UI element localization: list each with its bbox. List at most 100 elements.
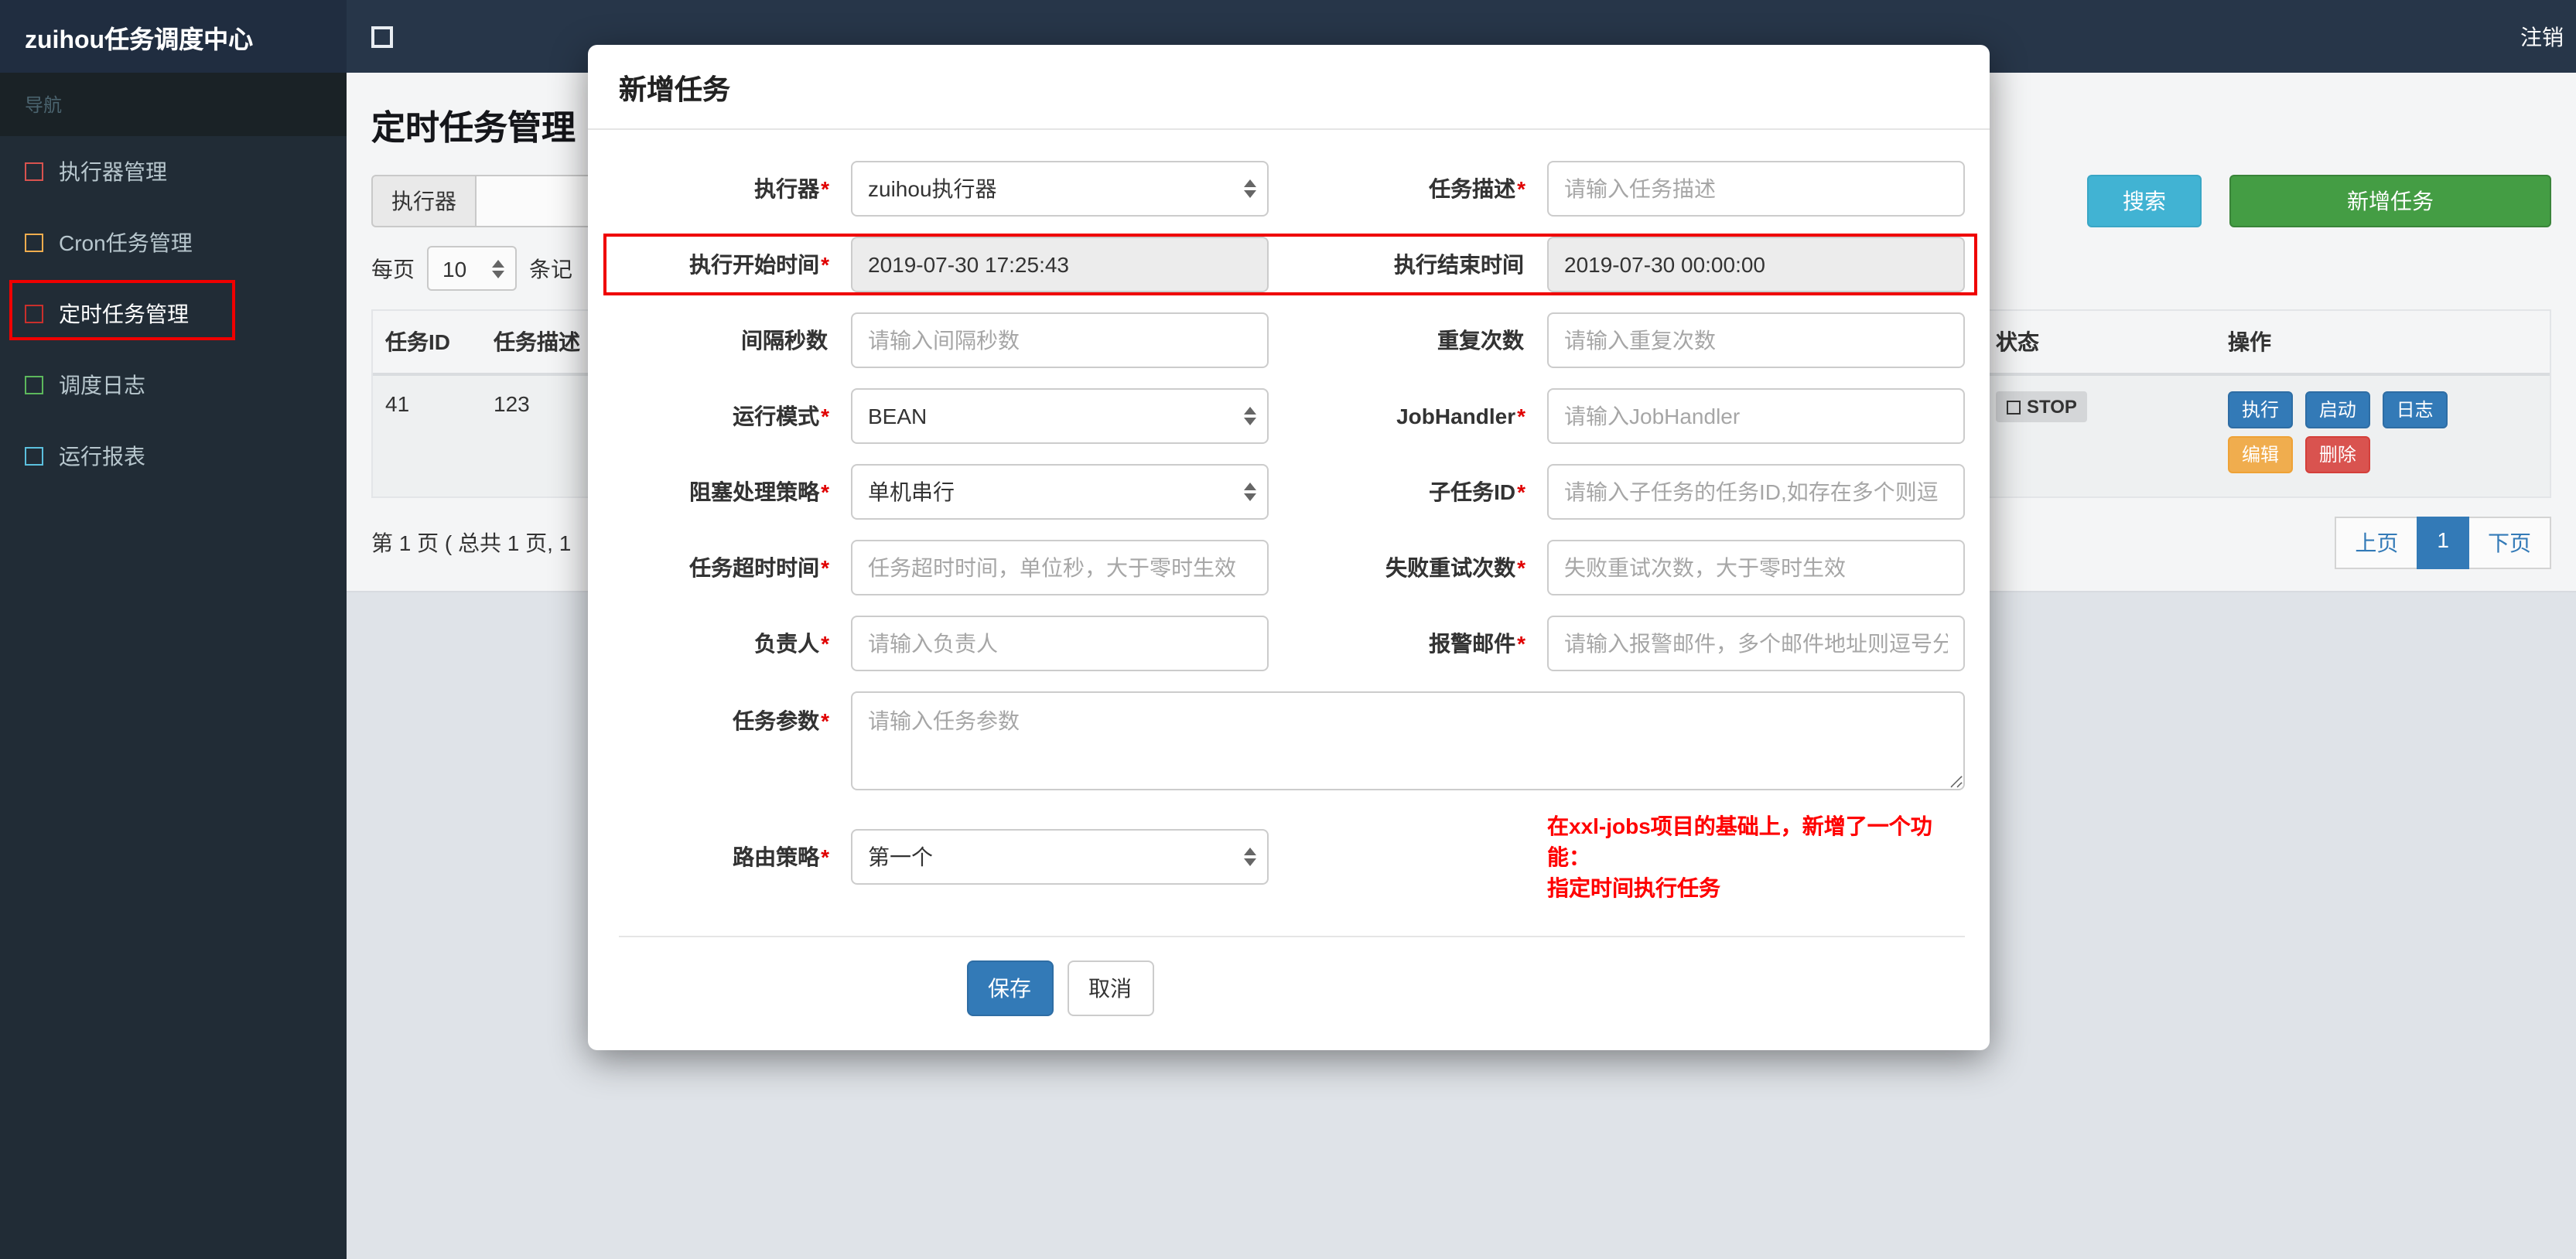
task-desc-label: 任务描述 * bbox=[1429, 176, 1525, 201]
sidebar-item-timed-task[interactable]: 定时任务管理 bbox=[0, 278, 347, 350]
block-strategy-select[interactable]: 单机串行 bbox=[851, 464, 1269, 520]
end-time-input[interactable] bbox=[1547, 237, 1965, 292]
per-page-select[interactable]: 10 bbox=[427, 246, 517, 291]
log-button[interactable]: 日志 bbox=[2382, 391, 2448, 428]
status-badge: STOP bbox=[1996, 391, 2088, 422]
task-params-textarea[interactable] bbox=[851, 691, 1965, 790]
header-operations: 操作 bbox=[2228, 329, 2271, 354]
sidebar-item-label: 调度日志 bbox=[59, 373, 145, 397]
owner-label: 负责人 * bbox=[754, 631, 829, 656]
form-row-task-params: 任务参数 * bbox=[619, 691, 1965, 790]
jobhandler-label: JobHandler * bbox=[1396, 404, 1525, 428]
edit-button[interactable]: 编辑 bbox=[2228, 436, 2294, 473]
sidebar: 导航 执行器管理 Cron任务管理 定时任务管理 调度日志 运行报表 bbox=[0, 73, 347, 1259]
modal-footer: 保存 取消 bbox=[619, 936, 1965, 1050]
form-row-block-childtask: 阻塞处理策略 * 单机串行 子任务ID * bbox=[619, 464, 1965, 520]
square-icon bbox=[25, 447, 43, 466]
sidebar-item-label: 运行报表 bbox=[59, 444, 145, 469]
square-icon bbox=[25, 234, 43, 252]
header-task-id: 任务ID bbox=[385, 329, 450, 354]
menu-icon bbox=[371, 26, 393, 47]
square-icon bbox=[25, 162, 43, 181]
cancel-button[interactable]: 取消 bbox=[1067, 960, 1153, 1016]
retry-label: 失败重试次数 * bbox=[1385, 555, 1525, 580]
form-row-executor-desc: 执行器 * zuihou执行器 任务描述 * bbox=[619, 161, 1965, 217]
sidebar-item-cron-task[interactable]: Cron任务管理 bbox=[0, 207, 347, 278]
execute-button[interactable]: 执行 bbox=[2228, 391, 2294, 428]
form-row-timeout-retry: 任务超时时间* 失败重试次数* bbox=[619, 540, 1965, 595]
repeat-input[interactable] bbox=[1547, 312, 1965, 368]
retry-input[interactable] bbox=[1547, 540, 1965, 595]
form-row-interval-repeat: 间隔秒数 重复次数 bbox=[619, 312, 1965, 368]
route-strategy-label: 路由策略 * bbox=[733, 844, 829, 869]
feature-note: 在xxl-jobs项目的基础上，新增了一个功能： 指定时间执行任务 bbox=[1547, 814, 1932, 900]
cell-task-id: 41 bbox=[385, 391, 410, 416]
timeout-label: 任务超时时间 * bbox=[689, 555, 829, 580]
form-row-route-strategy: 路由策略 * 第一个 在xxl-jobs项目的基础上，新增了一个功能： 指定时间执… bbox=[619, 810, 1965, 903]
task-desc-input[interactable] bbox=[1547, 161, 1965, 217]
child-task-label: 子任务ID * bbox=[1429, 479, 1525, 504]
form-row-owner-email: 负责人* 报警邮件* bbox=[619, 616, 1965, 671]
child-task-input[interactable] bbox=[1547, 464, 1965, 520]
search-button[interactable]: 搜索 bbox=[2087, 175, 2202, 227]
owner-input[interactable] bbox=[851, 616, 1269, 671]
route-strategy-select[interactable]: 第一个 bbox=[851, 829, 1269, 885]
alarm-email-label: 报警邮件 * bbox=[1429, 631, 1525, 656]
next-page-button[interactable]: 下页 bbox=[2468, 517, 2551, 569]
pagination-summary: 第 1 页 ( 总共 1 页, 1 bbox=[371, 531, 572, 555]
delete-button[interactable]: 删除 bbox=[2304, 436, 2370, 473]
logout-link[interactable]: 注销 bbox=[2511, 0, 2573, 73]
run-mode-label: 运行模式 * bbox=[733, 404, 829, 428]
page-1-button[interactable]: 1 bbox=[2417, 517, 2469, 569]
pagination-group: 上页 1 下页 bbox=[2335, 517, 2551, 569]
modal-title: 新增任务 bbox=[588, 45, 1990, 130]
brand-title: zuihou任务调度中心 bbox=[0, 0, 347, 73]
block-strategy-label: 阻塞处理策略 * bbox=[689, 479, 829, 504]
cell-status: STOP bbox=[1996, 391, 2228, 422]
sidebar-item-label: 定时任务管理 bbox=[59, 302, 189, 326]
executor-label: 执行器 * bbox=[754, 176, 829, 201]
end-time-label: 执行结束时间 bbox=[1394, 252, 1524, 277]
add-task-modal: 新增任务 执行器* zuihou执行器 任务描述* 执行开始时间* 执行结束时间 bbox=[588, 45, 1990, 1050]
form-row-runmode-jobhandler: 运行模式 * BEAN JobHandler * bbox=[619, 388, 1965, 444]
interval-label: 间隔秒数 bbox=[741, 328, 828, 353]
repeat-label: 重复次数 bbox=[1437, 328, 1524, 353]
sidebar-nav-header: 导航 bbox=[0, 73, 347, 136]
select-caret-icon bbox=[1244, 848, 1256, 866]
jobhandler-input[interactable] bbox=[1547, 388, 1965, 444]
select-caret-icon bbox=[1244, 483, 1256, 501]
sidebar-toggle-button[interactable] bbox=[371, 0, 393, 73]
timeout-input[interactable] bbox=[851, 540, 1269, 595]
start-time-label: 执行开始时间 * bbox=[689, 252, 829, 277]
sidebar-item-schedule-log[interactable]: 调度日志 bbox=[0, 350, 347, 421]
per-page-value: 10 bbox=[442, 256, 467, 281]
stop-square-icon bbox=[2007, 400, 2021, 414]
start-button[interactable]: 启动 bbox=[2304, 391, 2370, 428]
add-task-button[interactable]: 新增任务 bbox=[2229, 175, 2551, 227]
per-page-suffix: 条记 bbox=[529, 256, 572, 281]
sidebar-item-label: 执行器管理 bbox=[59, 159, 167, 184]
start-time-input[interactable] bbox=[851, 237, 1269, 292]
executor-filter-label: 执行器 bbox=[371, 175, 477, 227]
task-params-label: 任务参数 * bbox=[733, 708, 829, 733]
form-row-start-end-time: 执行开始时间* 执行结束时间 bbox=[603, 234, 1977, 295]
square-icon bbox=[25, 376, 43, 394]
run-mode-select[interactable]: BEAN bbox=[851, 388, 1269, 444]
sidebar-item-label: Cron任务管理 bbox=[59, 230, 193, 255]
alarm-email-input[interactable] bbox=[1547, 616, 1965, 671]
executor-select[interactable]: zuihou执行器 bbox=[851, 161, 1269, 217]
select-caret-icon bbox=[1244, 179, 1256, 198]
select-caret-icon bbox=[1244, 407, 1256, 425]
sidebar-item-executor-manage[interactable]: 执行器管理 bbox=[0, 136, 347, 207]
header-status: 状态 bbox=[1996, 329, 2039, 354]
interval-input[interactable] bbox=[851, 312, 1269, 368]
square-icon bbox=[25, 305, 43, 323]
per-page-prefix: 每页 bbox=[371, 256, 415, 281]
save-button[interactable]: 保存 bbox=[966, 960, 1053, 1016]
select-caret-icon bbox=[492, 259, 504, 278]
modal-body: 执行器* zuihou执行器 任务描述* 执行开始时间* 执行结束时间 间隔秒数 bbox=[588, 130, 1990, 933]
sidebar-item-run-report[interactable]: 运行报表 bbox=[0, 421, 347, 492]
app: zuihou任务调度中心 注销 导航 执行器管理 Cron任务管理 定时任务管理… bbox=[0, 0, 2576, 1259]
prev-page-button[interactable]: 上页 bbox=[2335, 517, 2419, 569]
row-actions: 执行 启动 日志 编辑 删除 bbox=[2228, 391, 2537, 481]
